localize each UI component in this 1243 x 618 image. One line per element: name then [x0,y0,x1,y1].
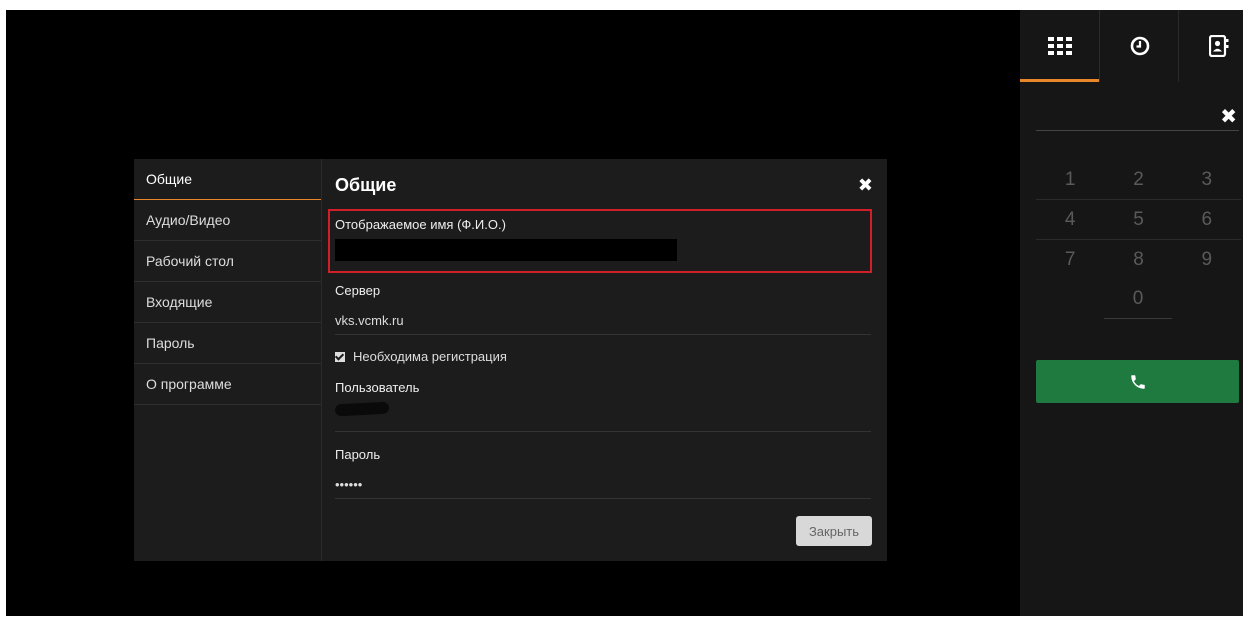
key-5[interactable]: 5 [1104,200,1172,239]
key-3[interactable]: 3 [1173,160,1241,199]
settings-content: Общие ✖ Отображаемое имя (Ф.И.О.) Сервер… [322,159,887,561]
key-7[interactable]: 7 [1036,240,1104,279]
key-4[interactable]: 4 [1036,200,1104,239]
display-name-label: Отображаемое имя (Ф.И.О.) [335,217,506,232]
settings-sidebar: Общие Аудио/Видео Рабочий стол Входящие … [134,159,322,561]
divider [335,498,871,499]
call-button[interactable] [1036,360,1239,403]
keypad-icon [1047,37,1072,55]
user-label: Пользователь [335,380,420,395]
key-1[interactable]: 1 [1036,160,1104,199]
dialog-title: Общие [335,175,397,195]
user-field: Пользователь [335,380,871,395]
registration-checkbox[interactable] [335,351,345,362]
screen: Общие Аудио/Видео Рабочий стол Входящие … [6,10,1243,616]
password-label: Пароль [335,447,381,462]
key-8[interactable]: 8 [1104,240,1172,279]
display-name-input[interactable] [335,239,677,261]
server-field: Сервер [335,283,871,298]
user-input[interactable] [334,401,390,417]
sidebar-item-audio-video[interactable]: Аудио/Видео [134,200,321,241]
phone-icon [1130,374,1145,389]
password-field: Пароль [335,447,871,462]
divider [335,334,871,335]
key-9[interactable]: 9 [1173,240,1241,279]
dial-number-input[interactable]: ✖ [1036,102,1239,131]
sidebar-item-general[interactable]: Общие [134,159,321,200]
registration-row: Необходима регистрация [335,348,871,366]
keypad: 1 2 3 4 5 6 7 8 9 0 [1036,160,1241,319]
tab-contacts[interactable] [1178,10,1243,82]
key-2[interactable]: 2 [1104,160,1172,199]
clear-icon[interactable]: ✖ [1220,104,1237,129]
server-input[interactable]: vks.vcmk.ru [335,313,871,328]
clock-icon [1130,36,1149,56]
divider [335,431,871,432]
sidebar-item-desktop[interactable]: Рабочий стол [134,241,321,282]
dialer-tabs [1020,10,1243,82]
server-value: vks.vcmk.ru [335,313,404,328]
key-6[interactable]: 6 [1173,200,1241,239]
password-value: •••••• [335,477,363,492]
server-label: Сервер [335,283,381,298]
dialer-panel: ✖ 1 2 3 4 5 6 7 8 9 0 [1020,10,1243,616]
tab-history[interactable] [1099,10,1179,82]
password-input[interactable]: •••••• [335,477,871,492]
close-button[interactable]: Закрыть [796,516,872,546]
sidebar-item-about[interactable]: О программе [134,364,321,405]
contacts-icon [1208,35,1228,57]
display-name-field: Отображаемое имя (Ф.И.О.) [335,217,871,232]
registration-label: Необходима регистрация [353,349,507,364]
key-0[interactable]: 0 [1104,279,1172,319]
sidebar-item-password[interactable]: Пароль [134,323,321,364]
close-icon[interactable]: ✖ [858,175,873,196]
tab-keypad[interactable] [1020,10,1099,82]
settings-dialog: Общие Аудио/Видео Рабочий стол Входящие … [134,159,887,561]
sidebar-item-incoming[interactable]: Входящие [134,282,321,323]
